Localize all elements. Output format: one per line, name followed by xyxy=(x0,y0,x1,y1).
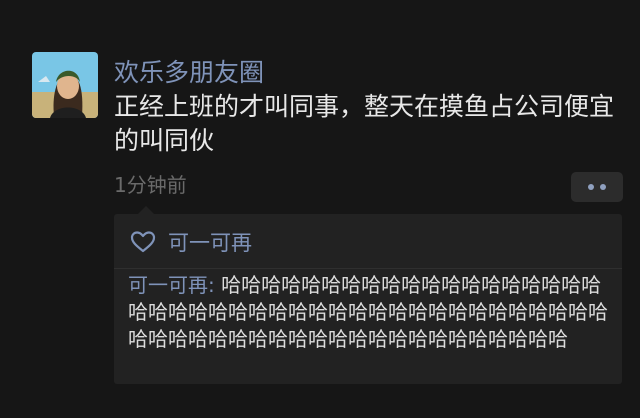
avatar-image xyxy=(32,52,98,118)
more-button[interactable] xyxy=(571,172,623,202)
comment-author[interactable]: 可一可再 xyxy=(128,273,208,297)
divider xyxy=(114,268,622,269)
heart-outline-icon xyxy=(130,231,156,253)
more-dots-icon xyxy=(588,184,594,190)
avatar[interactable] xyxy=(32,52,98,118)
liker-name[interactable]: 可一可再 xyxy=(168,227,252,257)
comment-separator: : xyxy=(208,273,222,297)
likes-comments-panel: 可一可再 可一可再: 哈哈哈哈哈哈哈哈哈哈哈哈哈哈哈哈哈哈哈哈哈哈哈哈哈哈哈哈哈… xyxy=(114,206,622,384)
post-text: 正经上班的才叫同事，整天在摸鱼占公司便宜的叫同伙 xyxy=(114,92,615,155)
panel-pointer xyxy=(138,206,154,214)
post-author-name[interactable]: 欢乐多朋友圈 xyxy=(114,56,264,90)
more-dots-icon xyxy=(600,184,606,190)
likes-row: 可一可再 xyxy=(130,228,252,256)
post-timestamp: 1分钟前 xyxy=(114,173,187,197)
comment-item[interactable]: 可一可再: 哈哈哈哈哈哈哈哈哈哈哈哈哈哈哈哈哈哈哈哈哈哈哈哈哈哈哈哈哈哈哈哈哈哈… xyxy=(128,272,610,353)
